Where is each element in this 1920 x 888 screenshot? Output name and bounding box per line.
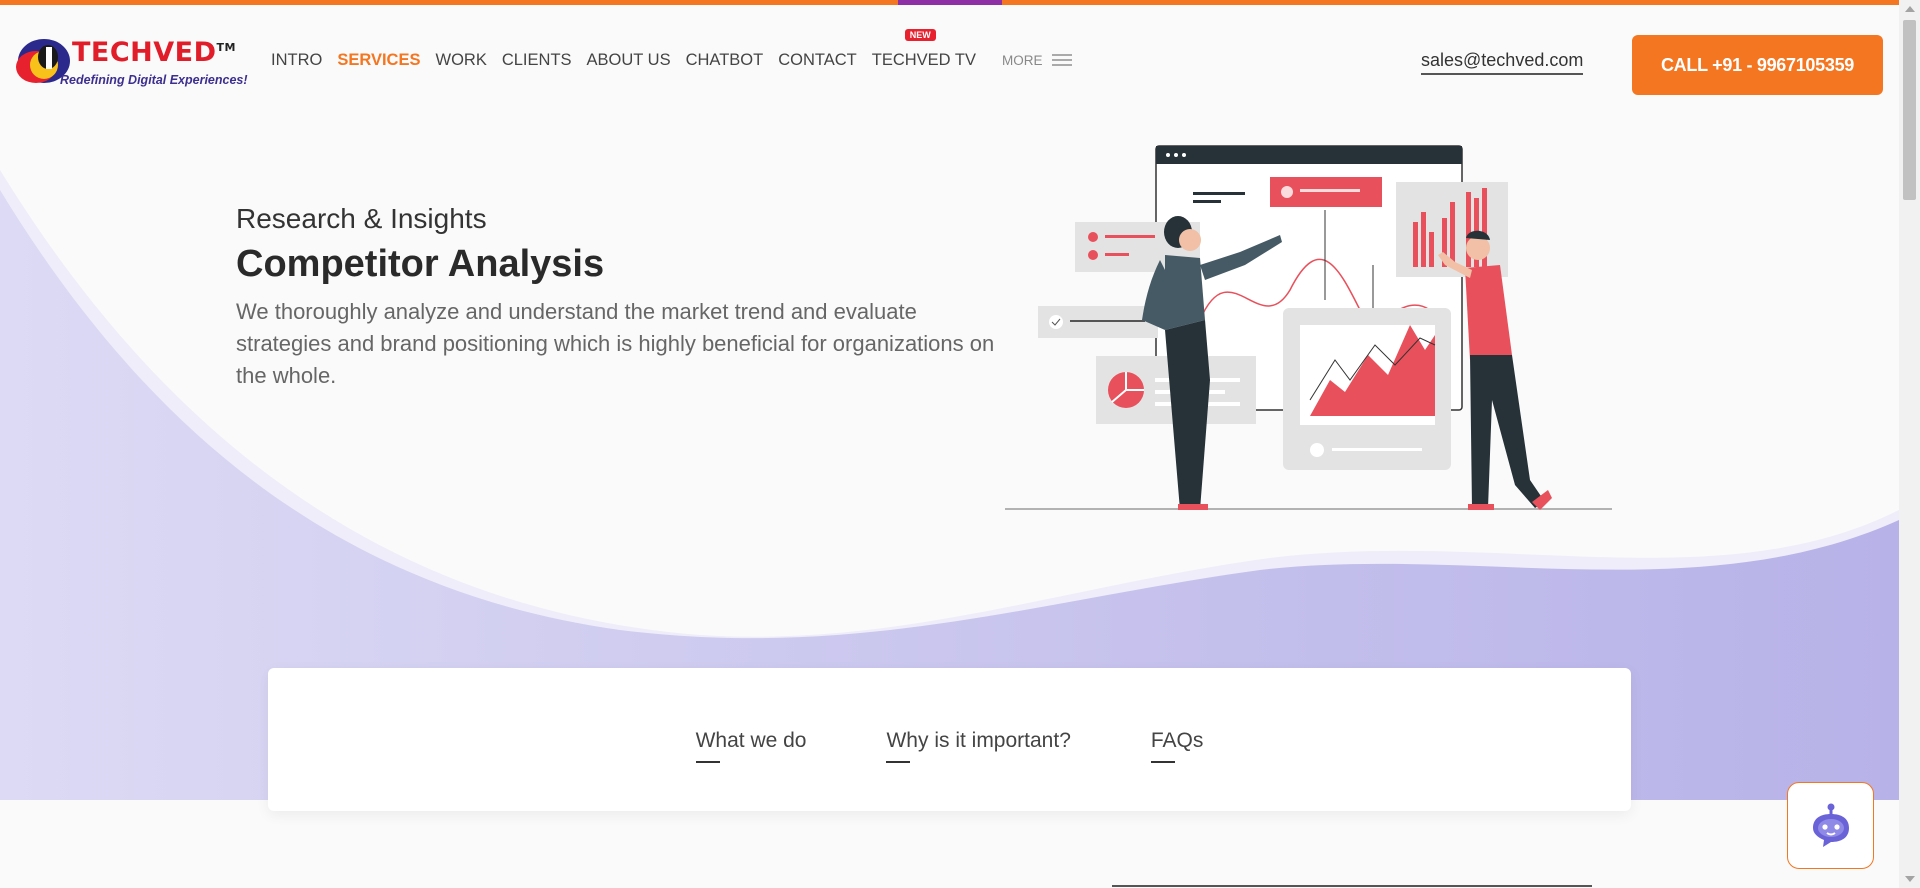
nav-item-chatbot[interactable]: CHATBOT: [686, 51, 764, 70]
content-divider: [1112, 885, 1592, 887]
hero-description: We thoroughly analyze and understand the…: [236, 299, 995, 388]
nav-item-intro[interactable]: INTRO: [271, 51, 322, 70]
page-title: Competitor Analysis: [236, 243, 605, 285]
tab-what-we-do[interactable]: What we do: [695, 729, 806, 763]
more-menu-button[interactable]: MORE: [1002, 51, 1073, 69]
hero-section: Research & Insights Competitor Analysis …: [236, 203, 1006, 392]
tab-faqs[interactable]: FAQs: [1150, 729, 1203, 763]
hero-kicker: Research & Insights: [236, 203, 487, 234]
nav-item-techved-tv-label: TECHVED TV: [871, 50, 976, 69]
scroll-down-arrow-icon[interactable]: [1905, 876, 1915, 882]
page-scrollbar[interactable]: [1899, 0, 1920, 888]
nav-item-clients[interactable]: CLIENTS: [502, 51, 572, 70]
techved-logo[interactable]: TECHVEDTM Redefining Digital Experiences…: [14, 33, 248, 95]
tab-why-is-it-important[interactable]: Why is it important?: [886, 729, 1071, 763]
scrollbar-thumb[interactable]: [1903, 20, 1916, 200]
chatbot-icon: [1812, 803, 1849, 847]
call-button[interactable]: CALL +91 - 9967105359: [1632, 35, 1883, 95]
site-header: TECHVEDTM Redefining Digital Experiences…: [0, 5, 1899, 115]
competitor-analysis-illustration: [1005, 145, 1612, 510]
nav-item-techved-tv[interactable]: TECHVED TV NEW: [871, 28, 976, 70]
logo-wordmark: TECHVEDTM: [72, 37, 236, 68]
logo-tagline: Redefining Digital Experiences!: [60, 73, 248, 87]
scroll-up-arrow-icon[interactable]: [1905, 6, 1915, 12]
nav-item-contact[interactable]: CONTACT: [778, 51, 857, 70]
nav-item-about-us[interactable]: ABOUT US: [587, 51, 671, 70]
hamburger-icon: [1052, 51, 1073, 69]
nav-item-services[interactable]: SERVICES: [337, 51, 420, 70]
chatbot-launcher[interactable]: [1787, 782, 1874, 869]
top-accent-stripe: [0, 0, 1899, 5]
email-link[interactable]: sales@techved.com: [1421, 50, 1584, 75]
nav-item-work[interactable]: WORK: [436, 51, 487, 70]
section-tabs: What we do Why is it important? FAQs: [268, 668, 1631, 811]
main-navigation: INTRO SERVICES WORK CLIENTS ABOUT US CHA…: [271, 28, 1073, 72]
new-badge: NEW: [904, 28, 936, 41]
top-accent-segment: [898, 0, 1002, 5]
more-label: MORE: [1001, 52, 1043, 68]
